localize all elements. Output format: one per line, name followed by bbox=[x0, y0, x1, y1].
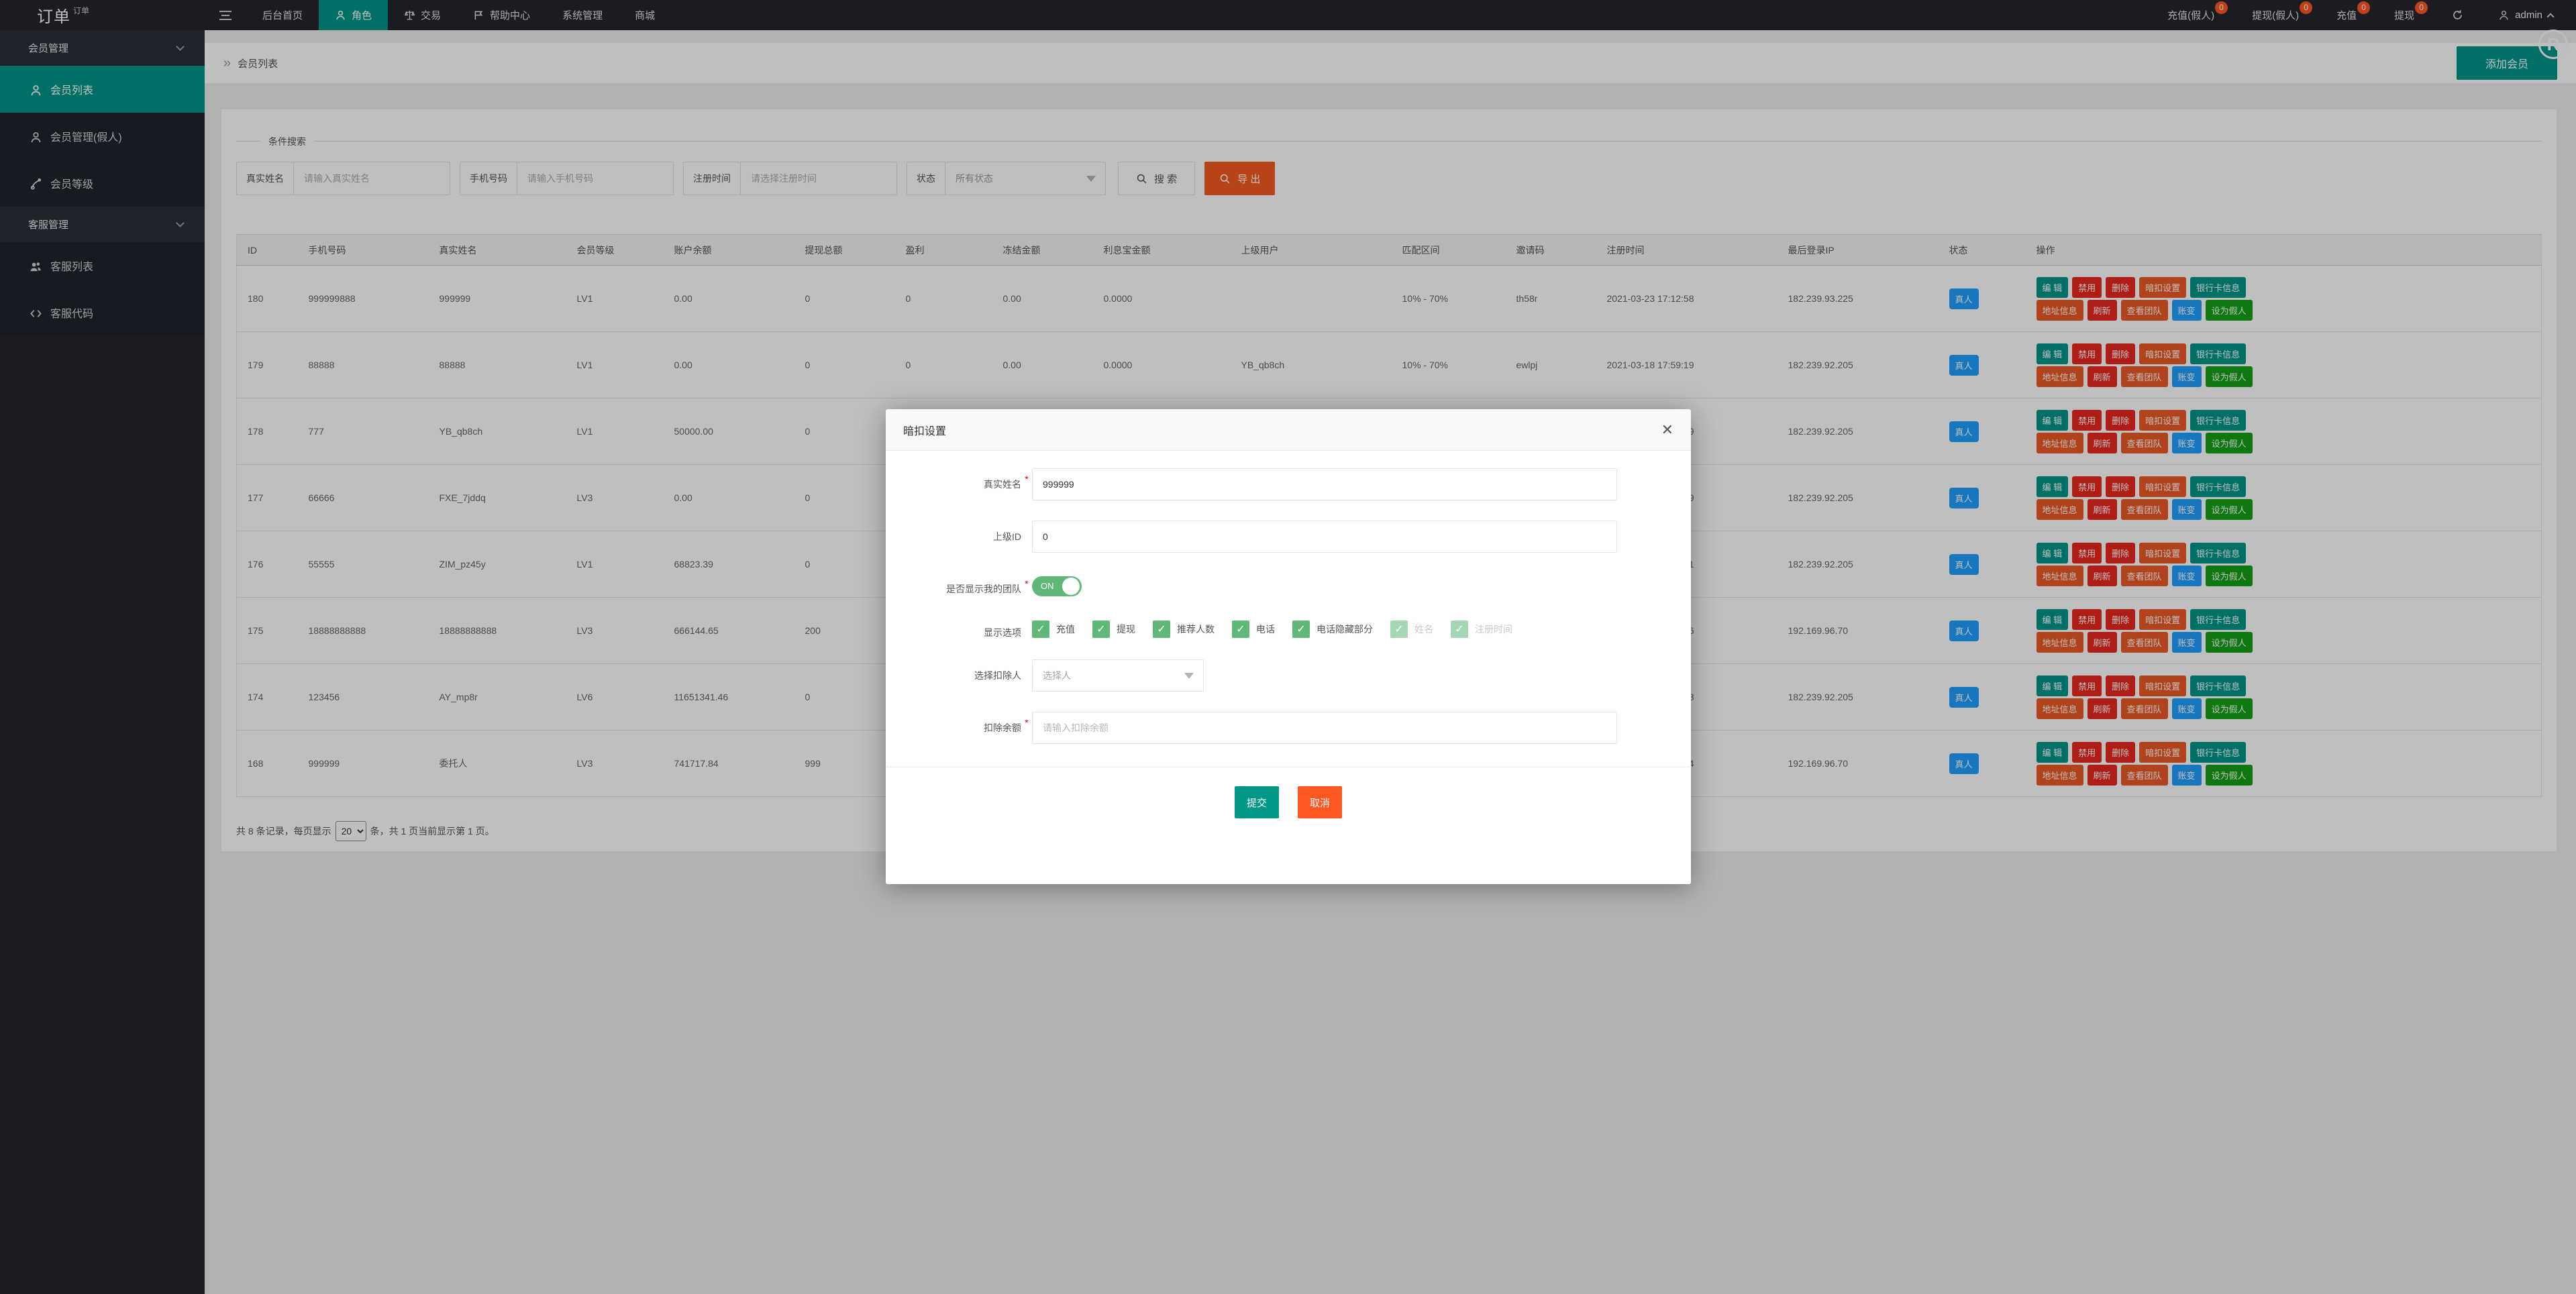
field-row-options: 显示选项 ✓ 充值 ✓ 提现 ✓ 推荐人数 ✓ 电话 ✓ 电话隐藏部分 ✓ 姓名 ✓ 注册时间 bbox=[886, 616, 1691, 639]
checkbox-label: 姓名 bbox=[1414, 624, 1433, 635]
checkmark-icon: ✓ bbox=[1153, 621, 1170, 638]
chevron-down-icon bbox=[1184, 672, 1194, 679]
toggle-knob-icon bbox=[1062, 578, 1080, 595]
app-viewport: 订单 订单 后台首页 角色 交易 帮助中心 系统管理 商城 充值(假人) 0 提现(假人) 0 充… bbox=[0, 0, 2576, 1294]
field-row-parent-id: 上级ID bbox=[886, 521, 1691, 553]
cancel-button[interactable]: 取消 bbox=[1298, 786, 1343, 818]
toggle-on-label: ON bbox=[1041, 581, 1054, 591]
show-team-label: 是否显示我的团队 bbox=[946, 584, 1021, 594]
checkbox-电话隐藏部分[interactable]: ✓ 电话隐藏部分 bbox=[1292, 621, 1373, 638]
field-row-real-name: 真实姓名 * bbox=[886, 468, 1691, 500]
checkbox-label: 电话隐藏部分 bbox=[1317, 624, 1373, 635]
required-asterisk: * bbox=[1025, 578, 1029, 589]
real-name-label: 真实姓名 bbox=[984, 479, 1021, 490]
checkmark-icon: ✓ bbox=[1390, 621, 1408, 638]
required-asterisk: * bbox=[1025, 474, 1029, 484]
modal-header: 暗扣设置 ✕ bbox=[886, 409, 1691, 451]
deduct-user-label: 选择扣除人 bbox=[974, 670, 1021, 681]
deduct-user-select[interactable]: 选择人 bbox=[1032, 659, 1204, 692]
checkbox-提现[interactable]: ✓ 提现 bbox=[1092, 621, 1135, 638]
field-row-deduct-amount: 扣除余额 * bbox=[886, 712, 1691, 744]
modal-body: 真实姓名 * 上级ID 是否显示我的团队 * ON bbox=[886, 451, 1691, 818]
close-icon[interactable]: ✕ bbox=[1661, 422, 1673, 437]
checkmark-icon: ✓ bbox=[1232, 621, 1249, 638]
required-asterisk: * bbox=[1025, 717, 1029, 728]
deduction-settings-modal: 暗扣设置 ✕ 真实姓名 * 上级ID 是否显示我的团队 * ON bbox=[886, 409, 1691, 884]
submit-button[interactable]: 提交 bbox=[1234, 786, 1279, 818]
deduct-user-placeholder: 选择人 bbox=[1043, 670, 1071, 681]
options-checkbox-group: ✓ 充值 ✓ 提现 ✓ 推荐人数 ✓ 电话 ✓ 电话隐藏部分 ✓ 姓名 ✓ 注册时间 bbox=[1032, 616, 1617, 638]
deduct-amount-input[interactable] bbox=[1032, 712, 1617, 744]
checkbox-label: 注册时间 bbox=[1475, 624, 1512, 635]
modal-footer: 提交 取消 bbox=[886, 767, 1691, 818]
real-name-input[interactable] bbox=[1032, 468, 1617, 500]
deduct-amount-label: 扣除余额 bbox=[984, 722, 1021, 733]
checkmark-icon: ✓ bbox=[1032, 621, 1049, 638]
checkmark-icon: ✓ bbox=[1451, 621, 1468, 638]
field-row-deduct-user: 选择扣除人 选择人 bbox=[886, 659, 1691, 692]
options-label: 显示选项 bbox=[984, 627, 1021, 638]
checkbox-label: 推荐人数 bbox=[1177, 624, 1215, 635]
checkmark-icon: ✓ bbox=[1292, 621, 1310, 638]
checkmark-icon: ✓ bbox=[1092, 621, 1110, 638]
parent-id-input[interactable] bbox=[1032, 521, 1617, 553]
checkbox-姓名: ✓ 姓名 bbox=[1390, 621, 1433, 638]
checkbox-推荐人数[interactable]: ✓ 推荐人数 bbox=[1153, 621, 1215, 638]
modal-title: 暗扣设置 bbox=[903, 425, 947, 437]
show-team-toggle[interactable]: ON bbox=[1032, 576, 1082, 596]
checkbox-注册时间: ✓ 注册时间 bbox=[1451, 621, 1512, 638]
parent-id-label: 上级ID bbox=[993, 531, 1021, 542]
checkbox-label: 电话 bbox=[1256, 624, 1275, 635]
checkbox-label: 提现 bbox=[1117, 624, 1135, 635]
checkbox-电话[interactable]: ✓ 电话 bbox=[1232, 621, 1275, 638]
checkbox-充值[interactable]: ✓ 充值 bbox=[1032, 621, 1075, 638]
checkbox-label: 充值 bbox=[1056, 624, 1075, 635]
field-row-show-team: 是否显示我的团队 * ON bbox=[886, 573, 1691, 596]
